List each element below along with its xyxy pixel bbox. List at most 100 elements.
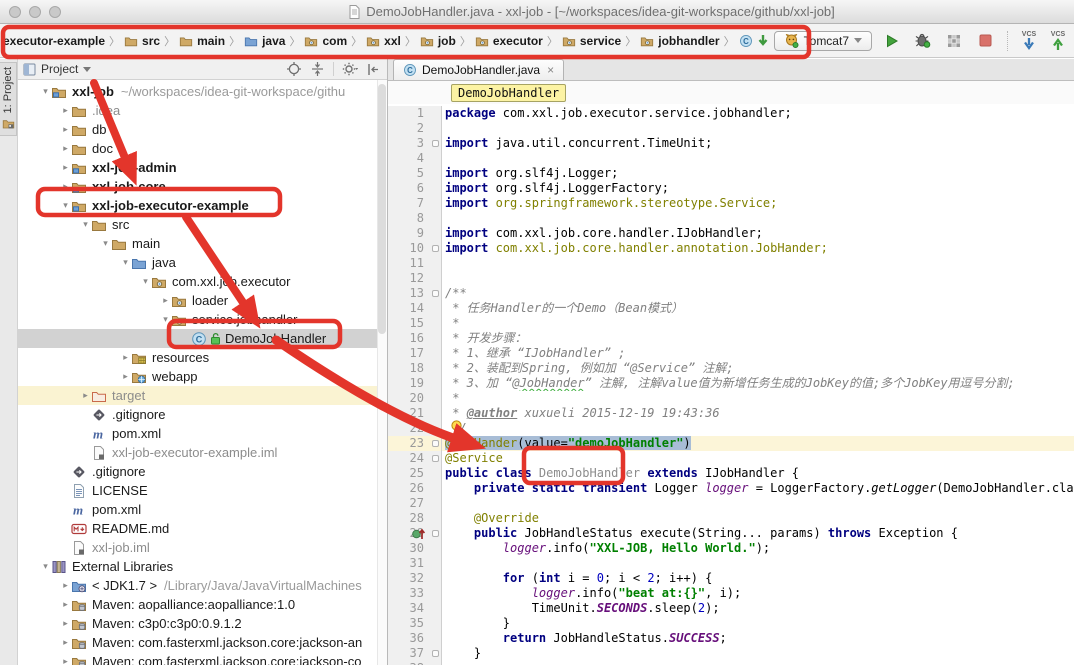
code-text[interactable]: * <box>442 391 1074 406</box>
collapsed-arrow-icon[interactable]: ▸ <box>60 656 71 665</box>
code-line-24[interactable]: 24@Service <box>388 451 1074 466</box>
navbar-item-com[interactable]: com <box>303 33 348 49</box>
code-line-34[interactable]: 34 TimeUnit.SECONDS.sleep(2); <box>388 601 1074 616</box>
code-text[interactable]: * 开发步骤： <box>442 331 1074 346</box>
collapsed-arrow-icon[interactable]: ▸ <box>60 599 71 610</box>
collapsed-arrow-icon[interactable]: ▸ <box>60 143 71 154</box>
code-text[interactable]: logger.info("XXL-JOB, Hello World."); <box>442 541 1074 556</box>
code-line-33[interactable]: 33 logger.info("beat at:{}", i); <box>388 586 1074 601</box>
code-line-29[interactable]: 29 public JobHandleStatus execute(String… <box>388 526 1074 541</box>
breadcrumb-class-chip[interactable]: DemoJobHandler <box>451 84 566 102</box>
expanded-arrow-icon[interactable]: ▾ <box>140 276 151 287</box>
overrides-method-gutter-icon[interactable] <box>412 527 426 540</box>
code-line-36[interactable]: 36 return JobHandleStatus.SUCCESS; <box>388 631 1074 646</box>
code-line-12[interactable]: 12 <box>388 271 1074 286</box>
tree-item-com.xxl.job.executor[interactable]: ▾com.xxl.job.executor <box>18 272 387 291</box>
navbar-item-main[interactable]: main <box>178 33 226 49</box>
tree-item-webapp[interactable]: ▸webapp <box>18 367 387 386</box>
tree-item-External-Libraries[interactable]: ▾External Libraries <box>18 557 387 576</box>
code-text[interactable] <box>442 211 1074 226</box>
code-line-26[interactable]: 26 private static transient Logger logge… <box>388 481 1074 496</box>
tree-item-target[interactable]: ▸target <box>18 386 387 405</box>
collapsed-arrow-icon[interactable]: ▸ <box>60 124 71 135</box>
code-line-38[interactable]: 38 <box>388 661 1074 665</box>
tree-item-Maven-com.fasterxml.jackson.core-jackson-an[interactable]: ▸Maven: com.fasterxml.jackson.core:jacks… <box>18 633 387 652</box>
code-line-21[interactable]: 21 * @author xuxueli 2015-12-19 19:43:36 <box>388 406 1074 421</box>
tree-item-main[interactable]: ▾main <box>18 234 387 253</box>
code-line-14[interactable]: 14 * 任务Handler的一个Demo（Bean模式） <box>388 301 1074 316</box>
code-line-9[interactable]: 9import com.xxl.job.core.handler.IJobHan… <box>388 226 1074 241</box>
code-line-3[interactable]: 3import java.util.concurrent.TimeUnit; <box>388 136 1074 151</box>
code-line-5[interactable]: 5import org.slf4j.Logger; <box>388 166 1074 181</box>
code-line-17[interactable]: 17 * 1、继承 “IJobHandler” ; <box>388 346 1074 361</box>
fold-gutter[interactable] <box>430 451 442 466</box>
code-text[interactable]: * @author xuxueli 2015-12-19 19:43:36 <box>442 406 1074 421</box>
code-text[interactable] <box>442 496 1074 511</box>
expanded-arrow-icon[interactable]: ▾ <box>100 238 111 249</box>
tree-item-xxl-job-admin[interactable]: ▸xxl-job-admin <box>18 158 387 177</box>
intention-bulb-icon[interactable] <box>450 420 464 435</box>
tree-item-xxl-job-executor-example.iml[interactable]: xxl-job-executor-example.iml <box>18 443 387 462</box>
tree-item-java[interactable]: ▾java <box>18 253 387 272</box>
collapsed-arrow-icon[interactable]: ▸ <box>120 352 131 363</box>
collapsed-arrow-icon[interactable]: ▸ <box>80 390 91 401</box>
fold-marker-icon[interactable] <box>432 140 439 147</box>
code-text[interactable]: public JobHandleStatus execute(String...… <box>442 526 1074 541</box>
code-line-22[interactable]: 22 */ <box>388 421 1074 436</box>
code-editor[interactable]: 1package com.xxl.job.executor.service.jo… <box>388 104 1074 665</box>
code-line-13[interactable]: 13/** <box>388 286 1074 301</box>
tree-item-resources[interactable]: ▸resources <box>18 348 387 367</box>
navbar-item-executor[interactable]: executor <box>474 33 544 49</box>
navbar-item-service[interactable]: service <box>561 33 622 49</box>
code-text[interactable]: @JobHander(value="demoJobHandler") <box>442 436 1074 451</box>
collapsed-arrow-icon[interactable]: ▸ <box>60 618 71 629</box>
code-text[interactable]: @Override <box>442 511 1074 526</box>
code-text[interactable]: public class DemoJobHandler extends IJob… <box>442 466 1074 481</box>
fold-gutter[interactable] <box>430 646 442 661</box>
close-window-button[interactable] <box>9 6 21 18</box>
run-button[interactable] <box>881 30 903 52</box>
expanded-arrow-icon[interactable]: ▾ <box>60 200 71 211</box>
navbar-item-executor-example[interactable]: executor-example <box>2 33 106 49</box>
collapsed-arrow-icon[interactable]: ▸ <box>160 295 171 306</box>
code-line-7[interactable]: 7import org.springframework.stereotype.S… <box>388 196 1074 211</box>
code-line-2[interactable]: 2 <box>388 121 1074 136</box>
code-text[interactable] <box>442 151 1074 166</box>
tree-item-xxl-job.iml[interactable]: xxl-job.iml <box>18 538 387 557</box>
code-line-37[interactable]: 37 } <box>388 646 1074 661</box>
navbar-item-job[interactable]: job <box>419 33 457 49</box>
tree-item-DemoJobHandler[interactable]: CDemoJobHandler <box>18 329 387 348</box>
project-tool-window-tab[interactable]: 1: Project <box>0 62 17 136</box>
tree-item--JDK1.7-[interactable]: ▸< JDK1.7 >/Library/Java/JavaVirtualMach… <box>18 576 387 595</box>
code-line-1[interactable]: 1package com.xxl.job.executor.service.jo… <box>388 106 1074 121</box>
collapsed-arrow-icon[interactable]: ▸ <box>120 371 131 382</box>
code-line-32[interactable]: 32 for (int i = 0; i < 2; i++) { <box>388 571 1074 586</box>
navbar-down-arrow-icon[interactable] <box>752 30 774 52</box>
code-line-10[interactable]: 10import com.xxl.job.core.handler.annota… <box>388 241 1074 256</box>
code-text[interactable]: import com.xxl.job.core.handler.annotati… <box>442 241 1074 256</box>
fold-marker-icon[interactable] <box>432 455 439 462</box>
tree-item-Maven-c3p0-c3p0-0.9.1.2[interactable]: ▸Maven: c3p0:c3p0:0.9.1.2 <box>18 614 387 633</box>
tree-item-xxl-job-executor-example[interactable]: ▾xxl-job-executor-example <box>18 196 387 215</box>
code-text[interactable]: } <box>442 616 1074 631</box>
tree-item-xxl-job-core[interactable]: ▸xxl-job-core <box>18 177 387 196</box>
tree-item-service.jobhandler[interactable]: ▾service.jobhandler <box>18 310 387 329</box>
code-text[interactable]: for (int i = 0; i < 2; i++) { <box>442 571 1074 586</box>
editor-tab-demojobhandler[interactable]: C DemoJobHandler.java × <box>393 59 564 80</box>
code-text[interactable]: * 2、装配到Spring, 例如加 “@Service” 注解; <box>442 361 1074 376</box>
zoom-window-button[interactable] <box>49 6 61 18</box>
navbar-item-xxl[interactable]: xxl <box>365 33 402 49</box>
code-line-4[interactable]: 4 <box>388 151 1074 166</box>
vcs-commit-button[interactable]: VCS <box>1048 31 1068 50</box>
fold-gutter[interactable] <box>430 436 442 451</box>
tree-item-loader[interactable]: ▸loader <box>18 291 387 310</box>
code-text[interactable]: return JobHandleStatus.SUCCESS; <box>442 631 1074 646</box>
code-text[interactable] <box>442 121 1074 136</box>
stop-button[interactable] <box>974 30 996 52</box>
expanded-arrow-icon[interactable]: ▾ <box>40 86 51 97</box>
expanded-arrow-icon[interactable]: ▾ <box>120 257 131 268</box>
tree-item-.idea[interactable]: ▸.idea <box>18 101 387 120</box>
collapsed-arrow-icon[interactable]: ▸ <box>60 162 71 173</box>
code-text[interactable]: * 1、继承 “IJobHandler” ; <box>442 346 1074 361</box>
code-text[interactable]: import org.springframework.stereotype.Se… <box>442 196 1074 211</box>
